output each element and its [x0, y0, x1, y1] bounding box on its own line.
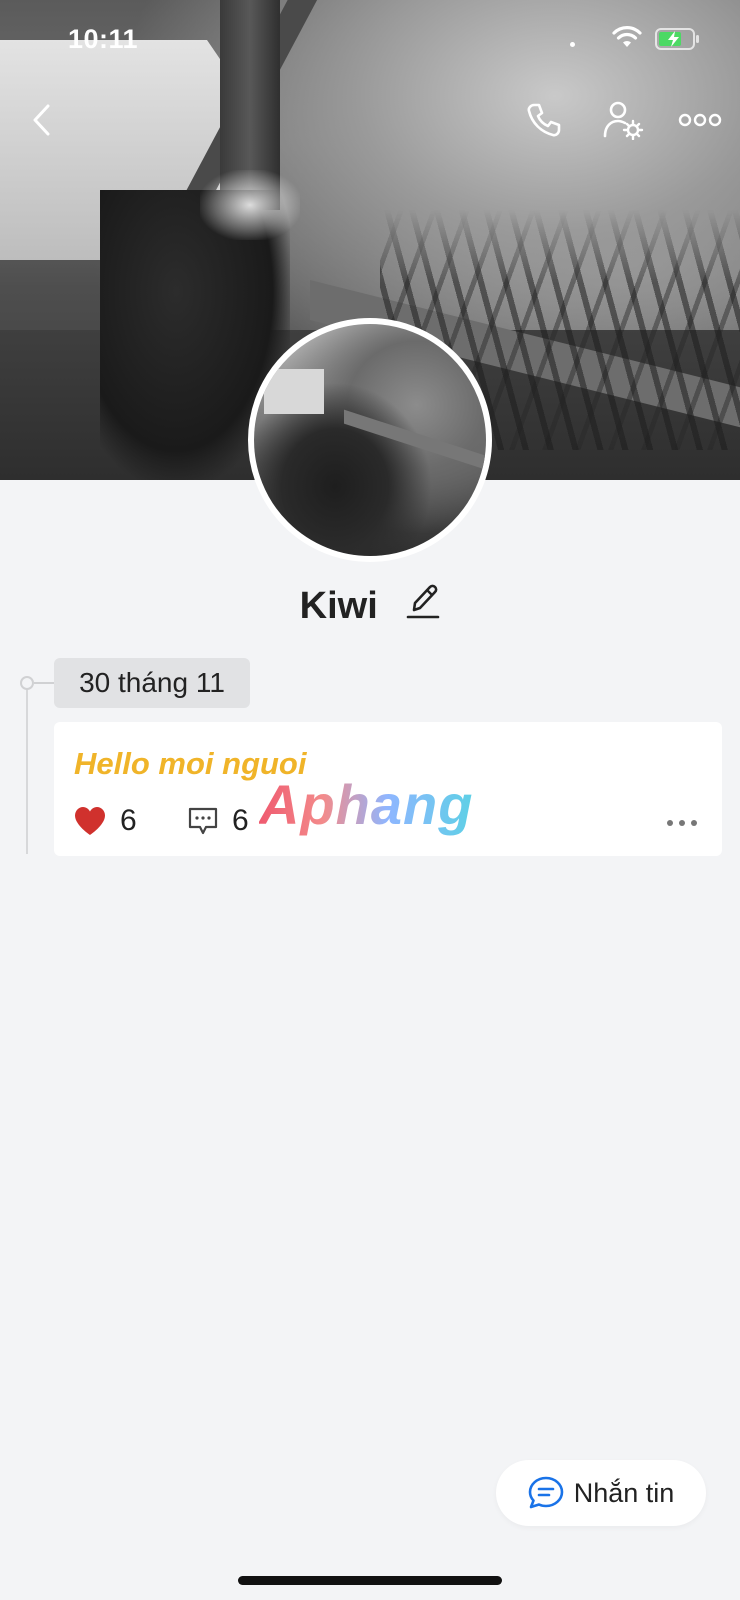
edit-icon [407, 584, 440, 619]
edit-name-button[interactable] [406, 582, 440, 630]
profile-name: Kiwi [299, 584, 378, 627]
status-bar: 10:11 [0, 0, 740, 80]
signal-icon [570, 42, 575, 47]
comment-count: 6 [232, 804, 249, 837]
comment-icon [188, 807, 218, 835]
comment-button[interactable]: 6 [188, 804, 249, 838]
back-icon [33, 104, 50, 136]
timeline-node [20, 676, 34, 690]
more-horizontal-icon [667, 820, 697, 826]
like-button[interactable]: 6 [74, 804, 137, 838]
phone-icon [527, 103, 561, 137]
more-icon [678, 113, 722, 127]
user-settings-icon [603, 101, 644, 140]
message-label: Nhắn tin [573, 1477, 675, 1508]
avatar[interactable] [248, 318, 492, 562]
like-count: 6 [120, 804, 137, 837]
call-button[interactable] [516, 92, 572, 148]
heart-icon [75, 807, 105, 835]
user-settings-button[interactable] [596, 92, 652, 148]
profile-name-row: Kiwi [0, 582, 740, 630]
post-more-button[interactable] [666, 814, 698, 832]
watermark: Aphang [259, 773, 474, 836]
message-button[interactable]: Nhắn tin [496, 1460, 706, 1526]
avatar-tent [264, 369, 324, 414]
home-indicator [238, 1576, 502, 1585]
timeline-connector [34, 682, 54, 684]
timeline-line [26, 682, 28, 854]
battery-icon [655, 28, 699, 50]
message-icon [528, 1476, 564, 1509]
post-card[interactable]: Hello moi nguoi Aphang 6 6 [54, 722, 722, 856]
date-label: 30 tháng 11 [54, 658, 250, 708]
cover-smoke [200, 170, 300, 240]
more-button[interactable] [672, 92, 728, 148]
avatar-table [344, 409, 486, 473]
status-time: 10:11 [68, 24, 139, 54]
back-button[interactable] [14, 92, 70, 148]
wifi-icon [612, 26, 642, 47]
